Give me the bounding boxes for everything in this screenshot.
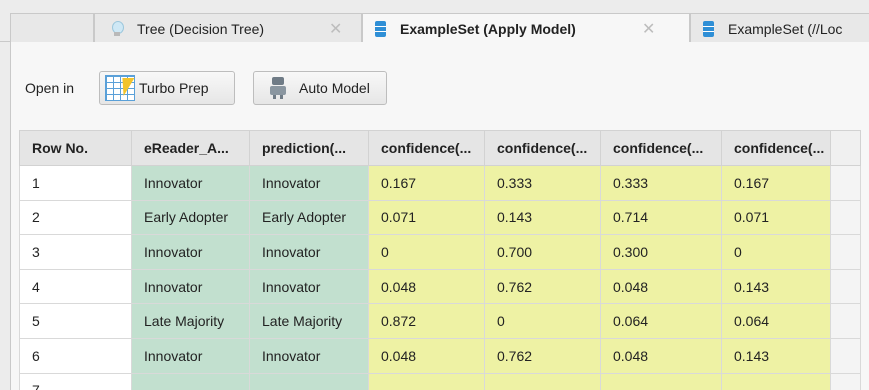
data-table: Row No. eReader_A... prediction(... conf… [19, 130, 861, 390]
cell-confidence: 0 [721, 234, 831, 270]
cell-confidence: 0.762 [484, 337, 601, 374]
close-icon[interactable]: ✕ [642, 19, 655, 39]
cell-ereader: Innovator [131, 234, 250, 270]
cell-confidence: 0.872 [368, 303, 485, 339]
cell-confidence: 0.064 [721, 303, 831, 339]
cell-confidence: 0.700 [484, 234, 601, 270]
cell-row-no: 4 [19, 268, 132, 305]
results-panel: Open in Turbo Prep Auto Model Row No. eR… [10, 42, 869, 390]
table-row[interactable]: 4 Innovator Innovator 0.048 0.762 0.048 … [19, 268, 861, 305]
cell-confidence: 0 [368, 234, 485, 270]
cell-filler [830, 268, 861, 305]
cell-confidence [721, 372, 831, 390]
cell-row-no: 3 [19, 234, 132, 270]
table-row[interactable]: 6 Innovator Innovator 0.048 0.762 0.048 … [19, 337, 861, 374]
cell-prediction: Late Majority [249, 303, 369, 339]
column-header-row-no[interactable]: Row No. [19, 130, 132, 166]
cell-filler [830, 303, 861, 339]
cell-prediction [249, 372, 369, 390]
cell-confidence: 0.143 [721, 337, 831, 374]
tab-tree-decision-tree[interactable]: Tree (Decision Tree) ✕ [94, 13, 362, 43]
column-header-confidence-3[interactable]: confidence(... [600, 130, 722, 166]
auto-model-label: Auto Model [299, 80, 370, 96]
cell-ereader: Innovator [131, 165, 250, 201]
column-header-confidence-1[interactable]: confidence(... [368, 130, 485, 166]
cell-ereader: Early Adopter [131, 199, 250, 236]
table-row[interactable]: 5 Late Majority Late Majority 0.872 0 0.… [19, 303, 861, 339]
column-header-confidence-2[interactable]: confidence(... [484, 130, 601, 166]
tab-exampleset-local[interactable]: ExampleSet (//Loc [690, 13, 869, 43]
cell-row-no: 6 [19, 337, 132, 374]
cell-confidence: 0.714 [600, 199, 722, 236]
database-icon [703, 20, 714, 37]
table-row[interactable]: 2 Early Adopter Early Adopter 0.071 0.14… [19, 199, 861, 236]
cell-confidence: 0.167 [368, 165, 485, 201]
turbo-prep-button[interactable]: Turbo Prep [99, 71, 235, 105]
database-icon [375, 21, 386, 37]
cell-row-no: 7 [19, 372, 132, 390]
cell-row-no: 5 [19, 303, 132, 339]
cell-confidence: 0.048 [600, 268, 722, 305]
cell-confidence [484, 372, 601, 390]
cell-confidence: 0.167 [721, 165, 831, 201]
robot-icon [269, 77, 287, 99]
cell-confidence: 0.300 [600, 234, 722, 270]
cell-row-no: 2 [19, 199, 132, 236]
table-row[interactable]: 7 [19, 372, 861, 390]
cell-confidence [368, 372, 485, 390]
cell-filler [830, 199, 861, 236]
cell-confidence: 0.048 [368, 337, 485, 374]
cell-confidence: 0.048 [600, 337, 722, 374]
cell-filler [830, 372, 861, 390]
cell-confidence: 0.333 [600, 165, 722, 201]
close-icon[interactable]: ✕ [329, 19, 342, 39]
column-header-ereader[interactable]: eReader_A... [131, 130, 250, 166]
cell-row-no: 1 [19, 165, 132, 201]
cell-confidence [600, 372, 722, 390]
cell-ereader: Innovator [131, 268, 250, 305]
cell-filler [830, 337, 861, 374]
cell-confidence: 0.071 [368, 199, 485, 236]
cell-confidence: 0.143 [721, 268, 831, 305]
column-header-filler [830, 130, 861, 166]
cell-confidence: 0.762 [484, 268, 601, 305]
tab-exampleset-apply-model[interactable]: ExampleSet (Apply Model) ✕ [362, 13, 690, 44]
cell-confidence: 0.064 [600, 303, 722, 339]
turbo-prep-label: Turbo Prep [139, 80, 209, 96]
cell-confidence: 0.143 [484, 199, 601, 236]
cell-confidence: 0.048 [368, 268, 485, 305]
auto-model-button[interactable]: Auto Model [253, 71, 387, 105]
open-in-label: Open in [25, 80, 75, 96]
cell-prediction: Early Adopter [249, 199, 369, 236]
table-row[interactable]: 3 Innovator Innovator 0 0.700 0.300 0 [19, 234, 861, 270]
tab-label: ExampleSet (//Loc [728, 20, 843, 37]
lightbulb-icon [111, 20, 124, 37]
column-header-confidence-4[interactable]: confidence(... [721, 130, 831, 166]
tab-strip: Tree (Decision Tree) ✕ ExampleSet (Apply… [0, 0, 869, 44]
toolbar: Open in Turbo Prep Auto Model [11, 68, 869, 108]
cell-prediction: Innovator [249, 165, 369, 201]
table-header-row: Row No. eReader_A... prediction(... conf… [19, 130, 861, 166]
cell-confidence: 0.071 [721, 199, 831, 236]
tab-overflow[interactable] [10, 13, 94, 43]
cell-confidence: 0 [484, 303, 601, 339]
cell-prediction: Innovator [249, 337, 369, 374]
tab-label: Tree (Decision Tree) [137, 20, 265, 37]
column-header-prediction[interactable]: prediction(... [249, 130, 369, 166]
turbo-prep-icon [105, 75, 135, 101]
table-row[interactable]: 1 Innovator Innovator 0.167 0.333 0.333 … [19, 165, 861, 201]
cell-ereader [131, 372, 250, 390]
cell-prediction: Innovator [249, 268, 369, 305]
tab-label: ExampleSet (Apply Model) [400, 21, 576, 37]
cell-ereader: Innovator [131, 337, 250, 374]
cell-confidence: 0.333 [484, 165, 601, 201]
cell-filler [830, 234, 861, 270]
cell-prediction: Innovator [249, 234, 369, 270]
cell-filler [830, 165, 861, 201]
cell-ereader: Late Majority [131, 303, 250, 339]
